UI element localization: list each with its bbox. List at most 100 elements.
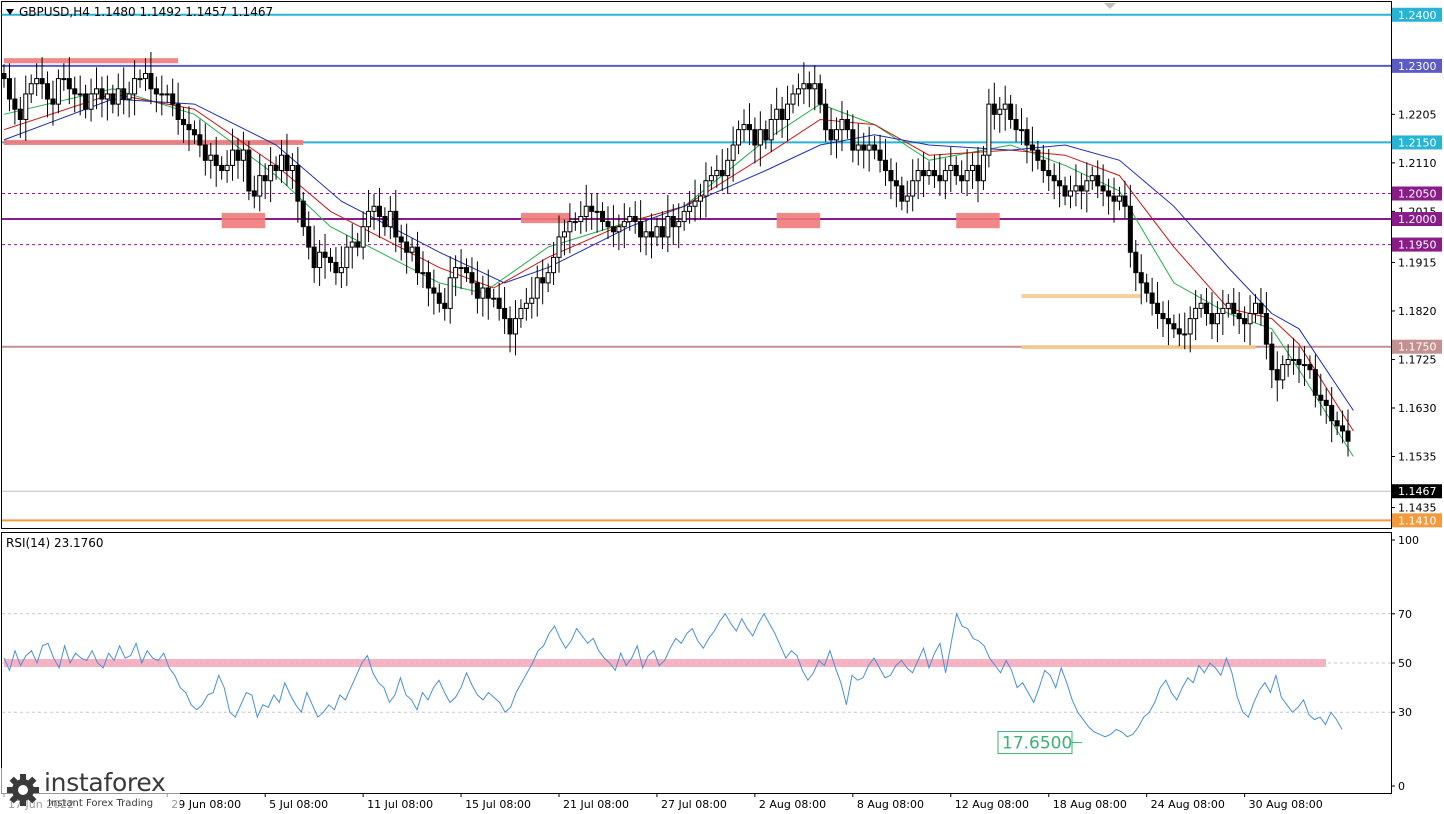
candle-body	[371, 205, 377, 212]
candle-body	[708, 175, 714, 182]
candle-body	[230, 149, 236, 166]
price-tick-label: 1.1725	[1398, 353, 1437, 366]
candle-body	[763, 129, 769, 141]
candle-body	[382, 215, 388, 228]
candle-body	[132, 78, 138, 95]
candle-body	[1029, 144, 1035, 151]
candle-body	[1285, 358, 1291, 366]
candle-body	[1116, 195, 1122, 202]
candle-body	[404, 241, 410, 253]
candle-body	[219, 164, 225, 172]
candle-body	[1231, 302, 1237, 315]
candle-body	[578, 215, 584, 223]
candle-body	[148, 72, 154, 90]
time-tick-label: 30 Aug 08:00	[1249, 798, 1323, 811]
candle-body	[959, 175, 965, 182]
zone-rect	[956, 212, 1000, 229]
price-tick-label: 1.2110	[1398, 157, 1437, 170]
candle-body	[251, 190, 257, 197]
candle-body	[676, 221, 682, 228]
rsi-title: RSI(14) 23.1760	[6, 536, 104, 550]
candle-body	[464, 267, 470, 274]
candle-body	[45, 83, 51, 100]
candle-body	[665, 215, 671, 238]
candle-body	[910, 180, 916, 197]
candle-body	[627, 215, 633, 223]
candle-body	[1155, 302, 1161, 315]
candle-body	[942, 170, 948, 182]
candle-body	[1165, 318, 1171, 325]
candle-body	[398, 236, 404, 243]
candle-body	[817, 83, 823, 105]
candle-body	[1329, 404, 1335, 422]
current-price-label: 1.1467	[1398, 485, 1437, 498]
candle-body	[948, 164, 954, 172]
candle-body	[338, 267, 344, 274]
candle-body	[1263, 313, 1269, 345]
price-axis: 1.1435 1.1535 1.1630 1.1725 1.1820 1.1915 1.20…	[1391, 108, 1437, 515]
candle-body	[327, 256, 333, 263]
rsi-annotation-label: 17.6500	[1002, 734, 1072, 754]
candle-body	[202, 144, 208, 161]
candle-body	[605, 221, 611, 228]
candle-body	[1133, 251, 1139, 274]
candle-body	[453, 267, 459, 279]
candle-body	[110, 93, 116, 105]
candle-body	[1193, 307, 1199, 320]
candle-body	[393, 210, 399, 238]
price-levels	[2, 13, 1391, 522]
candle-body	[806, 83, 812, 90]
candle-body	[1084, 180, 1090, 192]
rsi-tick-label: 30	[1398, 706, 1412, 719]
time-tick-label: 24 Aug 08:00	[1151, 798, 1225, 811]
candle-body	[1171, 323, 1177, 330]
candle-body	[246, 149, 252, 192]
rsi-tick-label: 0	[1398, 780, 1405, 793]
triangle-down-icon[interactable]	[1104, 3, 1116, 9]
candle-body	[39, 78, 45, 85]
candle-body	[317, 251, 323, 269]
candle-body	[785, 103, 791, 120]
price-level-label: 1.2150	[1398, 136, 1437, 149]
candle-body	[88, 93, 94, 110]
price-level-label: 1.2400	[1398, 9, 1437, 22]
candle-body	[621, 221, 627, 228]
candle-body	[1035, 149, 1041, 161]
candle-body	[415, 246, 421, 274]
candles	[1, 52, 1351, 457]
candle-body	[1280, 364, 1286, 381]
candle-body	[295, 164, 301, 202]
candle-body	[1057, 180, 1063, 187]
candle-body	[1046, 170, 1052, 177]
candle-body	[99, 88, 105, 100]
rsi-tick-label: 100	[1398, 534, 1419, 547]
price-panel-frame	[1, 1, 1392, 529]
time-tick-label: 29 Jun 08:00	[171, 798, 241, 811]
candle-body	[1318, 394, 1324, 401]
price-level-label: 1.2050	[1398, 188, 1437, 201]
candle-body	[790, 93, 796, 105]
candle-body	[72, 88, 78, 95]
price-tick-label: 1.1535	[1398, 451, 1437, 464]
candle-body	[279, 154, 285, 172]
candle-body	[1095, 175, 1101, 187]
candle-body	[1089, 175, 1095, 182]
candle-body	[1002, 103, 1008, 110]
candle-body	[480, 287, 486, 299]
candle-body	[186, 124, 192, 131]
candle-body	[83, 93, 89, 110]
candle-body	[1236, 313, 1242, 320]
candle-body	[306, 226, 312, 248]
candle-body	[1307, 364, 1313, 371]
candle-body	[730, 144, 736, 161]
candle-body	[1160, 313, 1166, 320]
candle-body	[431, 287, 437, 294]
candle-body	[746, 124, 752, 131]
candle-body	[12, 98, 18, 110]
candle-body	[616, 226, 622, 233]
candle-body	[442, 302, 448, 309]
candle-body	[262, 175, 268, 182]
candle-body	[975, 164, 981, 182]
candle-body	[349, 241, 355, 248]
support-resistance-zones	[4, 58, 1256, 350]
